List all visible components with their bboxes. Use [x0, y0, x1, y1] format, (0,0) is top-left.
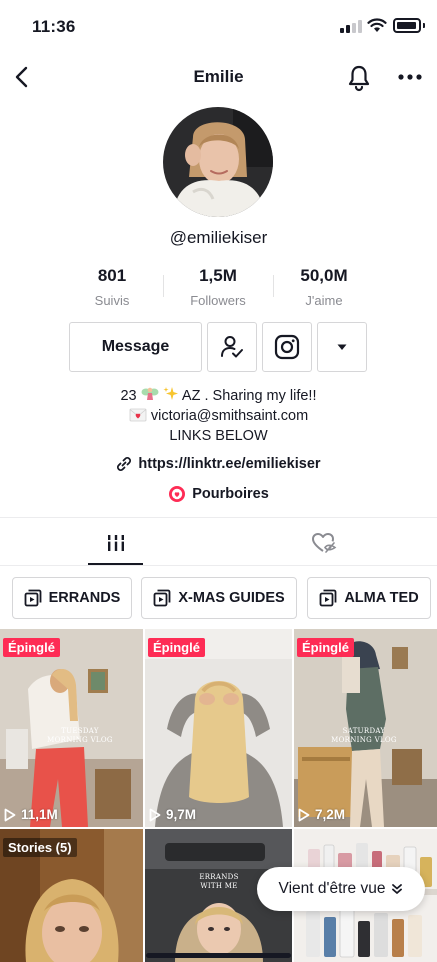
- battery-icon: [393, 18, 421, 33]
- stat-following[interactable]: 801 Suivis: [57, 266, 167, 308]
- profile-link-text: https://linktr.ee/emiliekiser: [138, 456, 321, 472]
- playlist-icon: [153, 589, 171, 607]
- status-time: 11:36: [32, 17, 76, 36]
- video-overlay-text: MORNING VLOG: [331, 736, 397, 744]
- video-overlay-text: WITH ME: [200, 882, 238, 890]
- bio: 23 AZ . Sharing my life!! victoria@smith…: [0, 386, 437, 446]
- playlist-icon: [24, 589, 42, 607]
- video-tile[interactable]: TUESDAY MORNING VLOG Épinglé 11,1M: [0, 629, 143, 827]
- instagram-button[interactable]: [262, 322, 312, 372]
- grid-icon: [105, 534, 126, 551]
- wifi-icon: [367, 18, 387, 32]
- user-check-icon: [221, 336, 243, 358]
- play-icon: [298, 808, 310, 821]
- love-letter-icon: [129, 408, 147, 422]
- view-count: 11,1M: [4, 807, 58, 822]
- recently-viewed-label: Vient d'être vue: [278, 880, 386, 897]
- pinned-badge: Épinglé: [148, 638, 205, 657]
- hidden-heart-icon: [311, 532, 336, 553]
- view-count: 7,2M: [298, 807, 345, 822]
- divider: [0, 565, 437, 566]
- stat-likes[interactable]: 50,0M J'aime: [269, 266, 379, 308]
- divider: [0, 517, 437, 518]
- video-overlay-text: MORNING VLOG: [47, 736, 113, 744]
- video-overlay-text: TUESDAY: [61, 727, 99, 735]
- playlist-xmas-guides[interactable]: X-MAS GUIDES: [141, 577, 297, 619]
- video-tile[interactable]: SATURDAY MORNING VLOG Épinglé 7,2M: [294, 629, 437, 827]
- playlist-alma-ted[interactable]: ALMA TED: [307, 577, 431, 619]
- profile-link[interactable]: https://linktr.ee/emiliekiser: [0, 456, 437, 472]
- stat-followers[interactable]: 1,5M Followers: [163, 266, 273, 308]
- video-tile[interactable]: Stories (5): [0, 829, 143, 962]
- video-overlay-text: SATURDAY: [342, 727, 386, 735]
- top-nav: Emilie: [0, 52, 437, 102]
- pinned-badge: Épinglé: [297, 638, 354, 657]
- sparkles-icon: [163, 387, 178, 400]
- instagram-icon: [274, 334, 300, 360]
- suggested-accounts-button[interactable]: [317, 322, 367, 372]
- double-chevron-down-icon: [392, 884, 403, 894]
- bio-line-1: 23 AZ . Sharing my life!!: [120, 387, 317, 404]
- stat-label: Followers: [190, 293, 246, 308]
- caret-down-icon: [337, 344, 347, 350]
- link-icon: [117, 456, 132, 472]
- following-button[interactable]: [207, 322, 257, 372]
- stories-badge: Stories (5): [3, 838, 77, 857]
- stat-value: 801: [97, 266, 127, 285]
- tab-videos[interactable]: [88, 520, 143, 565]
- more-options-icon[interactable]: [396, 66, 424, 88]
- signal-icon: [340, 20, 362, 33]
- video-tile[interactable]: Épinglé 9,7M: [145, 629, 292, 827]
- tab-liked[interactable]: [296, 520, 351, 565]
- play-icon: [149, 808, 161, 821]
- home-indicator[interactable]: [146, 953, 291, 958]
- status-bar: 11:36: [0, 0, 437, 52]
- video-thumbnail: [145, 629, 292, 827]
- stat-value: 1,5M: [199, 266, 237, 285]
- stat-label: Suivis: [94, 293, 130, 308]
- tips-button[interactable]: Pourboires: [0, 485, 437, 503]
- message-button[interactable]: Message: [69, 322, 202, 372]
- bell-icon[interactable]: [346, 64, 372, 92]
- bio-line-3: LINKS BELOW: [169, 428, 268, 444]
- stat-value: 50,0M: [300, 266, 348, 285]
- playlist-icon: [319, 589, 337, 607]
- tips-label: Pourboires: [192, 486, 269, 502]
- recently-viewed-button[interactable]: Vient d'être vue: [257, 867, 425, 911]
- play-icon: [4, 808, 16, 821]
- playlist-errands[interactable]: ERRANDS: [12, 577, 132, 619]
- stat-label: J'aime: [305, 293, 343, 308]
- pinned-badge: Épinglé: [3, 638, 60, 657]
- tips-icon: [169, 486, 186, 502]
- avatar[interactable]: [163, 107, 273, 217]
- username: @emiliekiser: [169, 228, 268, 247]
- view-count: 9,7M: [149, 807, 196, 822]
- bio-line-2: victoria@smithsaint.com: [0, 406, 437, 426]
- video-overlay-text: ERRANDS: [199, 873, 239, 881]
- fairy-emoji-icon: [141, 387, 159, 400]
